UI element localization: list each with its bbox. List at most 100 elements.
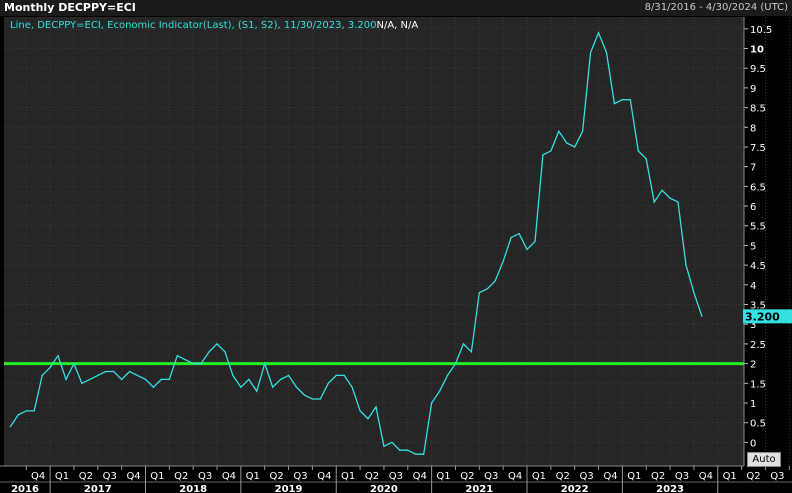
data-point: [407, 449, 409, 451]
data-point: [335, 374, 337, 376]
x-quarter-label: Q1: [150, 471, 164, 482]
data-point: [590, 51, 592, 54]
y-tick-label: 8.5: [750, 104, 766, 115]
x-quarter-label: Q4: [222, 471, 236, 482]
series-legend-text: Line, DECPPY=ECI, Economic Indicator(Las…: [10, 20, 377, 31]
data-point: [391, 441, 393, 443]
x-quarter-label: Q1: [341, 471, 355, 482]
data-point: [136, 374, 139, 376]
data-point: [216, 343, 218, 345]
data-point: [454, 363, 457, 365]
series-legend[interactable]: Line, DECPPY=ECI, Economic Indicator(Las…: [10, 20, 418, 31]
x-quarter-label: Q2: [556, 471, 570, 482]
y-tick-label: 0.5: [750, 419, 766, 430]
data-point: [25, 410, 27, 412]
x-quarter-label: Q1: [723, 471, 737, 482]
data-point: [280, 378, 282, 380]
data-point: [192, 363, 194, 365]
x-quarter-label: Q3: [580, 471, 594, 482]
x-quarter-label: Q4: [31, 471, 45, 482]
data-point: [605, 51, 608, 54]
data-point: [208, 351, 210, 353]
data-point: [597, 32, 600, 34]
x-quarter-label: Q4: [413, 471, 427, 482]
data-point: [534, 240, 536, 243]
last-value-label: 3.200: [745, 310, 780, 323]
y-axis[interactable]: 00.511.522.533.544.555.566.577.588.599.5…: [743, 17, 772, 466]
data-point: [677, 201, 679, 203]
data-point: [439, 390, 441, 392]
data-point: [129, 370, 131, 373]
data-point: [343, 374, 345, 376]
data-point: [113, 370, 115, 373]
data-point: [327, 382, 329, 384]
x-quarter-label: Q4: [699, 471, 713, 482]
x-year-label: 2017: [84, 484, 112, 493]
y-tick-label: 0: [750, 438, 756, 449]
data-point: [478, 292, 480, 294]
data-point: [486, 288, 488, 290]
data-point: [351, 386, 353, 388]
y-tick-label: 2: [750, 360, 756, 371]
data-point: [383, 445, 385, 447]
data-point: [288, 374, 290, 376]
x-quarter-label: Q2: [365, 471, 379, 482]
x-quarter-label: Q1: [55, 471, 69, 482]
y-tick-label: 7.5: [750, 143, 766, 154]
y-tick-label: 4: [750, 281, 756, 292]
x-axis[interactable]: Q4 Q1 Q2 Q3 Q4 Q1 Q2 Q3 Q4 Q1 Q2 Q3 Q4 Q1 Q2 Q3 Q4 Q1 Q2 Q3…: [0, 465, 792, 493]
x-quarter-label: Q2: [746, 471, 760, 482]
x-quarter-label: Q3: [103, 471, 117, 482]
data-point: [701, 315, 703, 317]
x-quarter-label: Q2: [651, 471, 665, 482]
data-point: [550, 150, 552, 152]
y-tick-label: 1.5: [750, 379, 766, 390]
x-year-label: 2018: [179, 484, 207, 493]
x-quarter-label: Q1: [246, 471, 260, 482]
x-year-label: 2020: [370, 484, 398, 493]
legend-na-text: N/A, N/A: [376, 20, 419, 31]
y-tick-label: 6.5: [750, 182, 766, 193]
data-point: [510, 237, 512, 239]
data-point: [558, 130, 560, 132]
data-point: [295, 386, 298, 388]
x-quarter-label: Q1: [532, 471, 546, 482]
y-tick-label: 9: [750, 84, 756, 95]
data-point: [637, 150, 639, 152]
data-point: [49, 366, 51, 369]
data-point: [613, 103, 616, 105]
data-point: [97, 374, 99, 376]
data-point: [144, 378, 147, 380]
data-point: [566, 142, 568, 144]
data-point: [256, 390, 258, 392]
data-point: [494, 280, 496, 282]
data-point: [399, 449, 401, 451]
data-point: [375, 406, 377, 408]
data-point: [160, 378, 162, 380]
data-point: [73, 363, 75, 365]
data-point: [248, 378, 250, 380]
plot-area[interactable]: [4, 17, 744, 466]
last-value-tag: 3.200: [743, 309, 792, 324]
data-point: [17, 414, 19, 416]
x-year-label: 2023: [656, 484, 684, 493]
x-quarter-label: Q2: [460, 471, 474, 482]
data-point: [81, 382, 83, 384]
line-chart[interactable]: 00.511.522.533.544.555.566.577.588.599.5…: [0, 0, 792, 493]
data-point: [431, 402, 433, 404]
data-point: [423, 453, 425, 455]
data-point: [232, 374, 234, 376]
data-point: [319, 398, 321, 400]
data-point: [176, 355, 178, 357]
x-year-label: 2022: [561, 484, 589, 493]
data-point: [65, 378, 67, 380]
data-point: [446, 374, 449, 376]
data-point: [105, 370, 107, 373]
data-point: [415, 453, 417, 455]
data-point: [518, 233, 520, 235]
x-quarter-label: Q4: [508, 471, 522, 482]
y-tick-label: 8: [750, 123, 756, 134]
auto-scale-button[interactable]: Auto: [747, 452, 781, 467]
data-point: [168, 378, 170, 380]
x-quarter-label: Q3: [675, 471, 689, 482]
